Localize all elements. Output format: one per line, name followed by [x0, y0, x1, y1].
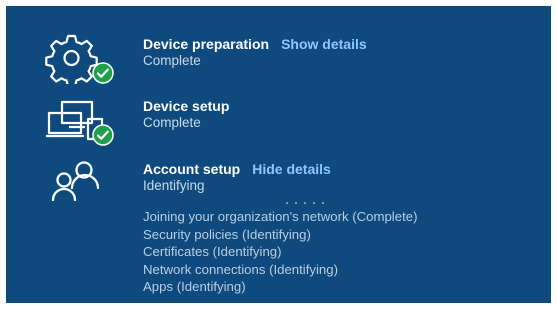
step-title-row: Device preparation Show details [143, 36, 367, 54]
hide-details-link[interactable]: Hide details [252, 161, 331, 177]
step-title: Device preparation [143, 36, 270, 52]
step-title-row: Account setup Hide details [143, 161, 331, 179]
check-badge-icon [92, 124, 114, 146]
step-status: Complete [143, 115, 201, 130]
people-icon [50, 160, 106, 206]
progress-dots [286, 202, 324, 204]
step-status: Identifying [143, 178, 205, 193]
check-badge-icon [92, 62, 114, 84]
detail-item: Network connections (Identifying) [143, 261, 338, 277]
detail-item: Security policies (Identifying) [143, 226, 311, 242]
setup-panel: Device preparation Show details Complete [6, 6, 551, 303]
progress-dot [304, 202, 306, 204]
step-status: Complete [143, 53, 201, 68]
detail-item: Joining your organization's network (Com… [143, 209, 418, 224]
step-title: Account setup [143, 161, 241, 177]
step-title: Device setup [143, 98, 230, 114]
progress-dot [313, 202, 315, 204]
detail-item: Certificates (Identifying) [143, 244, 282, 259]
progress-dot [322, 202, 324, 204]
account-setup-details: Joining your organization's network (Com… [143, 208, 417, 296]
progress-dot [295, 202, 297, 204]
progress-dot [286, 202, 288, 204]
step-title-row: Device setup [143, 98, 229, 116]
detail-item: Apps (Identifying) [143, 279, 246, 294]
show-details-link[interactable]: Show details [281, 36, 367, 52]
